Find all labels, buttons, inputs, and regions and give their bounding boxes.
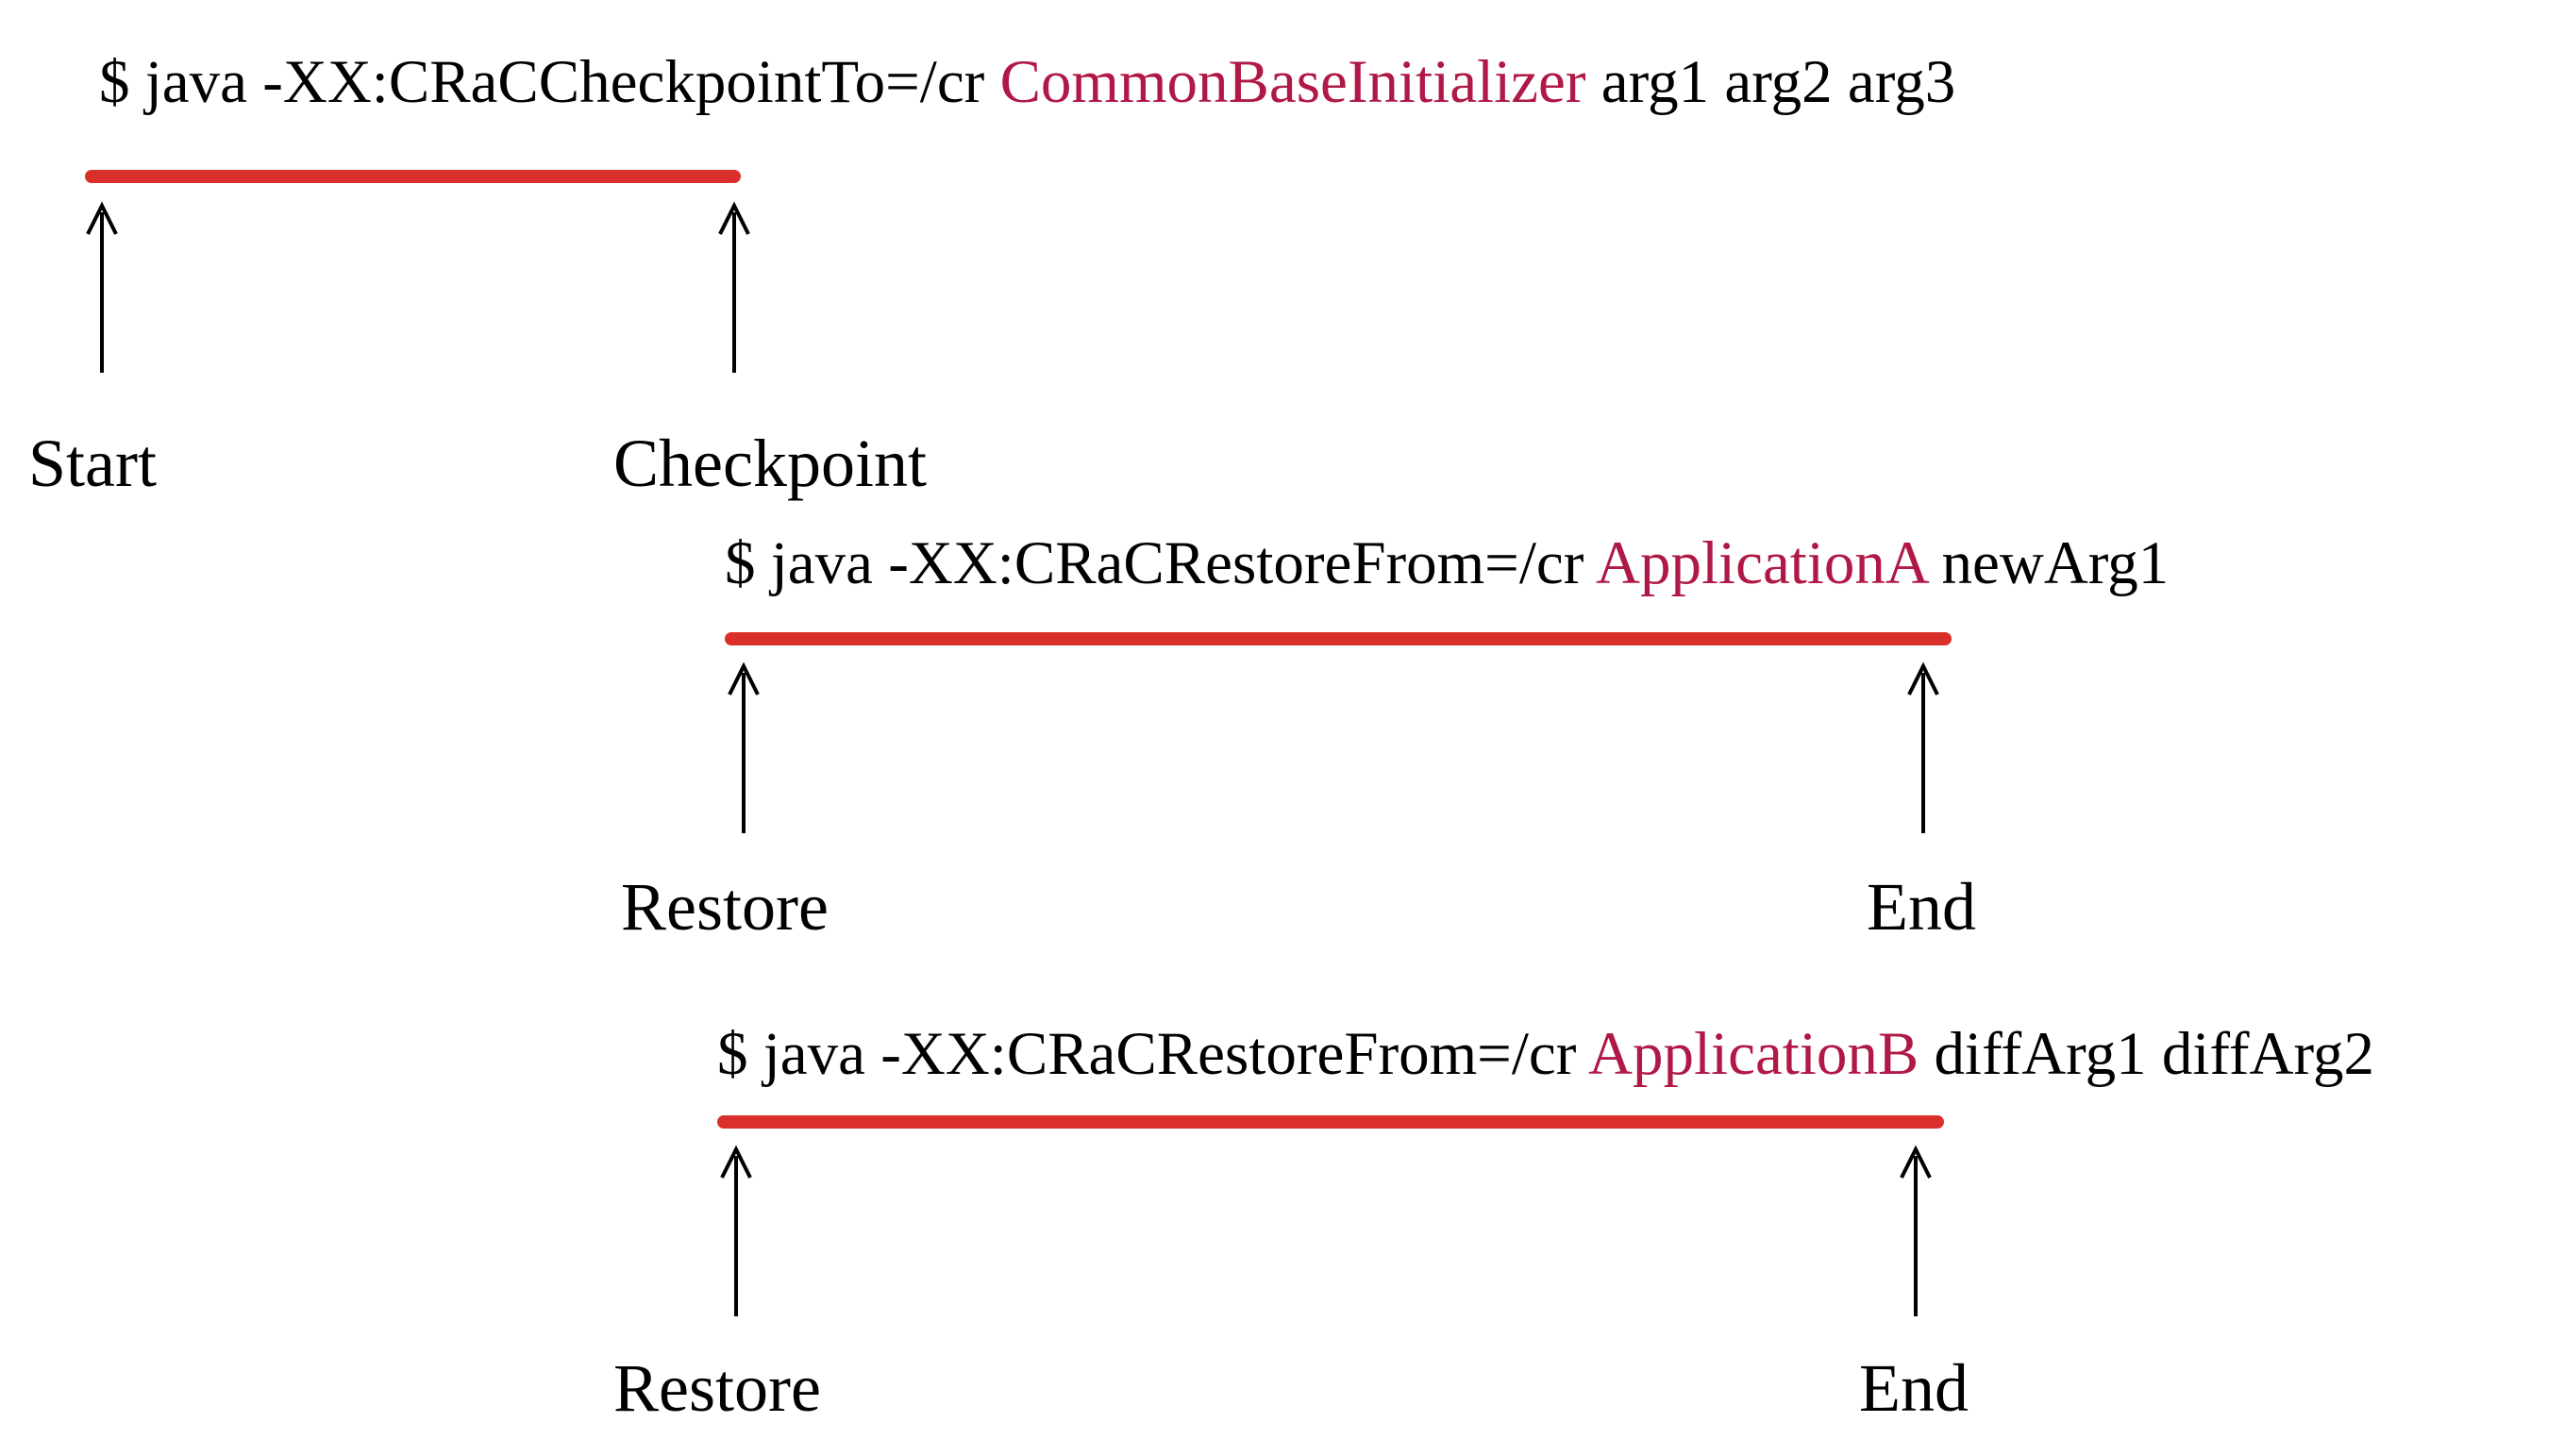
cmd2-highlight: ApplicationA [1596,529,1926,597]
arrow-restore-b [717,1142,755,1326]
command-restore-a: $ java -XX:CRaCRestoreFrom=/cr Applicati… [725,528,2169,599]
arrow-end-a [1904,659,1942,843]
cmd2-suffix: newArg1 [1926,529,2169,597]
label-checkpoint: Checkpoint [613,425,927,503]
arrow-start [83,198,121,382]
label-restore-a: Restore [621,868,829,946]
cmd2-prefix: $ java -XX:CRaCRestoreFrom=/cr [725,529,1596,597]
timeline-checkpoint [85,170,741,183]
timeline-restore-b [717,1115,1944,1129]
command-checkpoint: $ java -XX:CRaCCheckpointTo=/cr CommonBa… [99,47,1955,118]
arrow-end-b [1897,1142,1935,1326]
cmd1-prefix: $ java -XX:CRaCCheckpointTo=/cr [99,48,1000,116]
cmd3-prefix: $ java -XX:CRaCRestoreFrom=/cr [717,1020,1588,1088]
label-start: Start [28,425,157,503]
cmd1-suffix: arg1 arg2 arg3 [1586,48,1956,116]
label-restore-b: Restore [613,1349,821,1428]
arrow-restore-a [725,659,762,843]
cmd3-suffix: diffArg1 diffArg2 [1919,1020,2374,1088]
cmd3-highlight: ApplicationB [1588,1020,1919,1088]
arrow-checkpoint [715,198,753,382]
command-restore-b: $ java -XX:CRaCRestoreFrom=/cr Applicati… [717,1019,2374,1090]
cmd1-highlight: CommonBaseInitializer [1000,48,1586,116]
label-end-b: End [1859,1349,1969,1428]
timeline-restore-a [725,632,1952,645]
label-end-a: End [1867,868,1976,946]
